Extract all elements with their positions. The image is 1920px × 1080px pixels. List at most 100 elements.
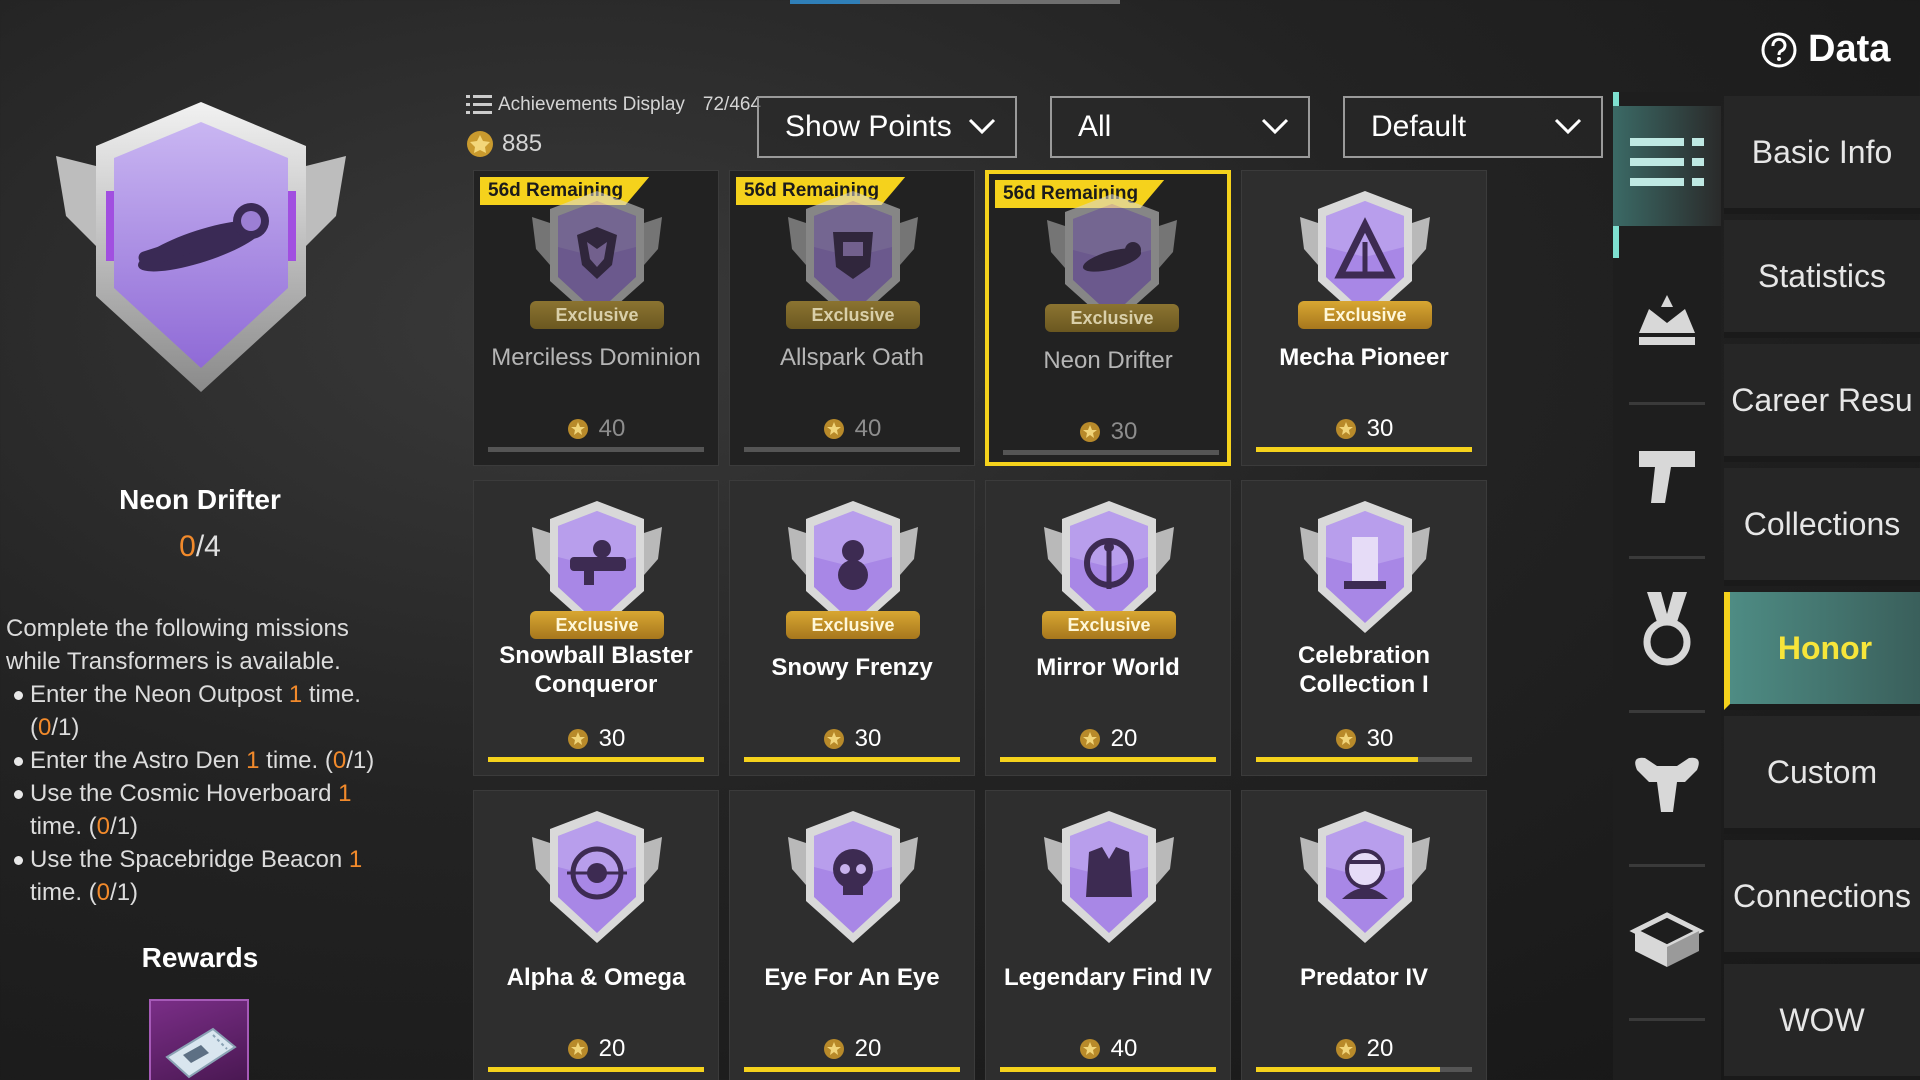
progress-fill [744,1067,960,1072]
tab-honor[interactable]: Honor [1724,592,1920,710]
achievement-progress-bar [744,1067,960,1072]
list-icon [466,95,492,114]
exclusive-label: Exclusive [530,611,664,639]
crate-icon [1629,912,1705,967]
points-coin-icon [1079,1039,1100,1059]
rail-crate-button[interactable] [1613,878,1721,998]
exclusive-label: Exclusive [530,301,664,329]
achievement-card[interactable]: 56d Remaining Exclusive Merciless Dominion… [473,170,719,466]
reward-item[interactable]: 2 [149,999,249,1080]
achievement-card[interactable]: Alpha & Omega 20 [473,790,719,1080]
rail-crown-button[interactable] [1613,262,1721,382]
crosshair-icon [532,811,662,943]
achievement-name: Celebration Collection I [1297,642,1431,698]
tab-statistics[interactable]: Statistics [1724,220,1920,338]
sort-dropdown[interactable]: Default [1343,96,1603,158]
achievement-progress-bar [488,447,704,452]
achievement-progress-bar [1256,447,1472,452]
exclusive-label: Exclusive [786,611,920,639]
points-coin-icon [823,1039,844,1059]
rail-list-button[interactable] [1613,106,1721,226]
show-points-dropdown[interactable]: Show Points [757,96,1017,158]
total-points: 885 [466,130,542,158]
rail-medal-button[interactable] [1613,570,1721,690]
achievement-points: 20 [1242,1035,1486,1063]
tab-collections[interactable]: Collections [1724,468,1920,586]
tab-wow[interactable]: WOW [1724,964,1920,1080]
mission-item: Enter the Astro Den 1 time. (0/1) [6,744,396,777]
rail-divider [1629,1018,1705,1021]
points-coin-icon [567,1039,588,1059]
mission-item: Use the Spacebridge Beacon 1 time. (0/1) [6,843,396,909]
achievement-points: 40 [986,1035,1230,1063]
rewards-label: Rewards [141,942,259,973]
points-coin-icon [1335,419,1356,439]
tab-basic-info[interactable]: Basic Info [1724,96,1920,214]
chevron-down-icon [1261,118,1289,135]
achievement-points: 30 [989,418,1227,446]
achievement-card[interactable]: Exclusive Mecha Pioneer 30 [1241,170,1487,466]
progress-fill [744,757,960,762]
list-icon [1630,138,1704,186]
achievement-progress-bar [1256,757,1472,762]
tab-custom[interactable]: Custom [1724,716,1920,834]
coupon-icon [165,1027,237,1079]
achievements-display-count: Achievements Display 72/464 [466,94,761,116]
achievement-card[interactable]: 56d Remaining Exclusive Neon Drifter 30 [985,170,1231,466]
category-dropdown[interactable]: All [1050,96,1310,158]
tab-connections[interactable]: Connections [1724,840,1920,958]
mission-list: Enter the Neon Outpost 1 time. (0/1) Ent… [6,678,396,909]
exclusive-label: Exclusive [1042,611,1176,639]
achievement-card[interactable]: Exclusive Snowball Blaster Conqueror 30 [473,480,719,776]
achievement-card[interactable]: Predator IV 20 [1241,790,1487,1080]
points-coin-icon [467,131,493,157]
achievement-progress-bar [488,1067,704,1072]
achievement-name: Alpha & Omega [506,964,686,991]
mission-item: Use the Cosmic Hoverboard 1 time. (0/1) [6,777,396,843]
achievement-card[interactable]: Celebration Collection I 30 [1241,480,1487,776]
rail-muscle-button[interactable] [1613,724,1721,844]
achievement-progress-bar [1000,757,1216,762]
tab-career-resu[interactable]: Career Resu [1724,344,1920,462]
achievement-detail-panel: Neon Drifter 0/4 Complete the following … [0,90,400,1080]
achievement-name: Legendary Find IV [1003,964,1213,991]
detail-description: Complete the following missions while Tr… [6,612,396,909]
icon-rail [1613,92,1721,1080]
muscle-icon [1635,757,1699,812]
achievement-progress-bar [1000,1067,1216,1072]
achievement-grid: 56d Remaining Exclusive Merciless Dominion… [473,170,1489,1080]
chevron-down-icon [968,118,996,135]
neon-drifter-badge-icon [56,102,346,392]
achievement-name: Mecha Pioneer [1279,344,1449,371]
achievement-name: Merciless Dominion [491,344,701,371]
achievement-card[interactable]: Eye For An Eye 20 [729,790,975,1080]
data-button[interactable]: Data [1760,28,1890,71]
achievement-name: Mirror World [1036,654,1180,681]
achievement-name: Eye For An Eye [764,964,940,991]
progress-fill [1256,757,1418,762]
achievement-progress-bar [488,757,704,762]
exclusive-label: Exclusive [1045,304,1179,332]
crown-icon [1639,295,1695,345]
points-coin-icon [1335,729,1356,749]
skull-icon [788,811,918,943]
achievement-points: 20 [986,725,1230,753]
points-coin-icon [823,729,844,749]
progress-fill [488,1067,704,1072]
rail-pistol-button[interactable] [1613,416,1721,536]
achievement-card[interactable]: Exclusive Mirror World 20 [985,480,1231,776]
achievement-name: Predator IV [1299,964,1429,991]
achievement-progress-bar [1003,450,1219,455]
rail-divider [1629,402,1705,405]
points-coin-icon [567,729,588,749]
achievement-points: 30 [474,725,718,753]
pistol-icon [1639,451,1695,503]
achievement-name: Neon Drifter [1043,347,1173,374]
achievement-name: Allspark Oath [779,344,925,371]
points-coin-icon [567,419,588,439]
achievement-card[interactable]: 56d Remaining Exclusive Allspark Oath 40 [729,170,975,466]
rail-divider [1629,710,1705,713]
achievement-card[interactable]: Exclusive Snowy Frenzy 30 [729,480,975,776]
achievement-card[interactable]: Legendary Find IV 40 [985,790,1231,1080]
achievement-points: 40 [474,415,718,443]
